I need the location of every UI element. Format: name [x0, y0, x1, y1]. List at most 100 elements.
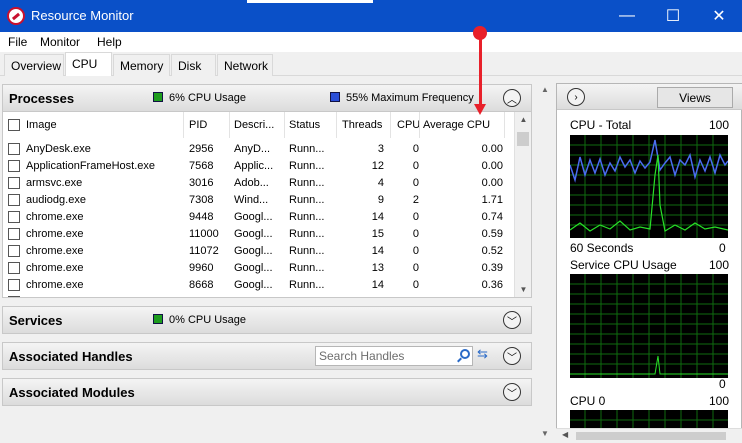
tab-overview[interactable]: Overview: [4, 54, 64, 76]
row-image: chrome.exe: [26, 279, 84, 291]
collapse-processes-icon[interactable]: ︿: [503, 89, 521, 107]
row-cpu: 0: [412, 143, 419, 155]
service-cpu-min: 0: [719, 377, 726, 391]
row-pid: 9448: [189, 211, 214, 223]
row-checkbox[interactable]: [8, 262, 20, 274]
row-image: audiodg.exe: [26, 194, 86, 206]
row-pid: 9248: [189, 296, 213, 297]
menu-file[interactable]: File: [8, 35, 27, 49]
graphs-panel: › Views CPU - Total 100 60 Seconds 0 Ser…: [556, 83, 742, 443]
tab-strip: Overview CPU Memory Disk Network: [0, 52, 742, 77]
expand-modules-icon[interactable]: ﹀: [503, 383, 521, 401]
menu-bar: File Monitor Help: [0, 32, 742, 52]
row-average-cpu: 0.00: [481, 143, 503, 155]
row-cpu: 0: [413, 296, 419, 297]
column-image[interactable]: Image: [26, 119, 57, 131]
processes-panel-header[interactable]: Processes 6% CPU Usage 55% Maximum Frequ…: [2, 84, 532, 112]
row-threads: 13: [371, 262, 384, 274]
row-status: Runn...: [289, 143, 325, 155]
handles-title: Associated Handles: [9, 349, 133, 364]
row-status: Runn...: [289, 245, 325, 257]
search-handles-input[interactable]: Search Handles: [315, 346, 473, 366]
row-description: Applic...: [234, 160, 274, 172]
table-row[interactable]: AnyDesk.exe 2956 AnyD... Runn... 3 0 0.00: [3, 141, 515, 158]
processes-scrollbar[interactable]: ▲ ▼: [514, 112, 531, 297]
column-pid[interactable]: PID: [189, 119, 207, 131]
column-threads[interactable]: Threads: [342, 119, 382, 131]
row-checkbox[interactable]: [8, 211, 20, 223]
row-checkbox[interactable]: [8, 228, 20, 240]
row-pid: 7568: [189, 160, 214, 172]
table-row[interactable]: chrome.exe 9960 Googl... Runn... 13 0 0.39: [3, 260, 515, 277]
column-average-cpu[interactable]: Average CPU: [423, 119, 490, 131]
table-row[interactable]: chrome.exe 11000 Googl... Runn... 15 0 0.59: [3, 226, 515, 243]
services-panel-header[interactable]: Services 0% CPU Usage ﹀: [2, 306, 532, 334]
expand-handles-icon[interactable]: ﹀: [503, 347, 521, 365]
row-pid: 3016: [189, 177, 214, 189]
tab-disk[interactable]: Disk: [171, 54, 216, 76]
row-average-cpu: 1.71: [481, 194, 503, 206]
table-row[interactable]: audiodg.exe 7308 Wind... Runn... 9 2 1.71: [3, 192, 515, 209]
table-row[interactable]: chrome.exe 9248 Googl... Runn... 16 0 0.30: [3, 294, 515, 297]
splitter-scrollbar[interactable]: ▲ ▼: [539, 83, 551, 443]
column-description[interactable]: Descri...: [234, 119, 274, 131]
row-image: ApplicationFrameHost.exe: [26, 160, 156, 172]
row-description: Googl...: [234, 245, 273, 257]
scrollbar-thumb[interactable]: [517, 132, 529, 146]
tab-cpu[interactable]: CPU: [65, 52, 112, 77]
row-cpu: 0: [412, 279, 419, 291]
row-checkbox[interactable]: [8, 245, 20, 257]
maximize-button[interactable]: ☐: [650, 0, 696, 32]
row-checkbox[interactable]: [8, 279, 20, 291]
table-row[interactable]: chrome.exe 11072 Googl... Runn... 14 0 0.52: [3, 243, 515, 260]
row-checkbox[interactable]: [8, 177, 20, 189]
row-threads: 15: [371, 228, 384, 240]
row-pid: 9960: [189, 262, 214, 274]
row-checkbox[interactable]: [8, 160, 20, 172]
row-pid: 11000: [189, 228, 219, 240]
row-checkbox[interactable]: [8, 194, 20, 206]
menu-help[interactable]: Help: [97, 35, 122, 49]
column-status[interactable]: Status: [289, 119, 320, 131]
row-cpu: 0: [412, 228, 419, 240]
menu-monitor[interactable]: Monitor: [40, 35, 80, 49]
row-threads: 16: [372, 296, 384, 297]
row-status: Runn...: [289, 211, 325, 223]
row-pid: 11072: [189, 245, 219, 257]
row-image: chrome.exe: [26, 296, 83, 297]
table-row[interactable]: chrome.exe 9448 Googl... Runn... 14 0 0.74: [3, 209, 515, 226]
row-checkbox[interactable]: [8, 143, 20, 155]
row-description: Adob...: [234, 177, 269, 189]
row-image: chrome.exe: [26, 211, 84, 223]
search-icon[interactable]: [460, 349, 470, 359]
row-average-cpu: 0.52: [481, 245, 503, 257]
cpu-total-graph: [570, 135, 728, 238]
tab-network[interactable]: Network: [217, 54, 273, 76]
row-cpu: 0: [412, 177, 419, 189]
collapse-graphs-icon[interactable]: ›: [567, 88, 585, 106]
services-cpu-usage: 0% CPU Usage: [153, 314, 246, 326]
row-pid: 8668: [189, 279, 214, 291]
column-cpu[interactable]: CPU: [397, 119, 420, 131]
table-row[interactable]: ApplicationFrameHost.exe 7568 Applic... Run…: [3, 158, 515, 175]
minimize-button[interactable]: —: [604, 0, 650, 32]
row-description: Wind...: [234, 194, 269, 206]
tab-memory[interactable]: Memory: [113, 54, 170, 76]
views-button[interactable]: Views: [657, 87, 733, 108]
expand-services-icon[interactable]: ﹀: [503, 311, 521, 329]
table-row[interactable]: chrome.exe 8668 Googl... Runn... 14 0 0.36: [3, 277, 515, 294]
row-threads: 9: [377, 194, 384, 206]
time-window-label: 60 Seconds: [570, 241, 634, 255]
cpu-total-max: 100: [709, 118, 730, 132]
graphs-horizontal-scrollbar[interactable]: ◀: [556, 428, 742, 443]
row-description: Googl...: [234, 228, 273, 240]
row-checkbox[interactable]: [8, 296, 20, 297]
select-all-checkbox[interactable]: [8, 119, 20, 131]
modules-panel-header[interactable]: Associated Modules ﹀: [2, 378, 532, 406]
refresh-icon[interactable]: ⇆: [477, 346, 488, 362]
table-row[interactable]: armsvc.exe 3016 Adob... Runn... 4 0 0.00: [3, 175, 515, 192]
close-button[interactable]: ✕: [696, 0, 742, 32]
row-description: Googl...: [234, 279, 273, 291]
row-pid: 2956: [189, 143, 214, 155]
title-bar: Resource Monitor — ☐ ✕: [0, 0, 742, 32]
